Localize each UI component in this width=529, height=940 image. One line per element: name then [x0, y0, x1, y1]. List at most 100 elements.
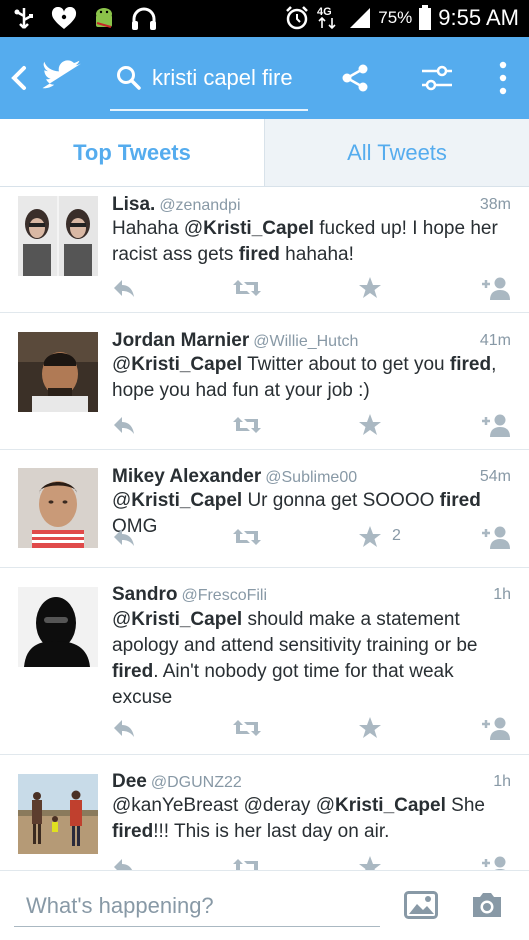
tab-bar: Top Tweets All Tweets [0, 119, 529, 187]
favorite-count: 2 [392, 527, 401, 544]
tweet-time: 1h [493, 773, 511, 790]
search-query[interactable]: kristi capel fire [152, 65, 308, 91]
tweet-item[interactable]: Jordan Marnier @Willie_Hutch 41m @Kristi_… [0, 313, 529, 450]
tweet-text: @kanYeBreast @deray @Kristi_Capel She fi… [112, 793, 512, 845]
tweet-time: 54m [479, 468, 511, 485]
tweet-item[interactable]: Lisa. @zenandpi 38m Hahaha @Kristi_Capel … [0, 188, 529, 313]
reply-icon[interactable] [112, 855, 136, 870]
tweet-text-segment: hahaha! [279, 244, 354, 265]
tweet-actions [112, 413, 512, 439]
display-name[interactable]: Dee [112, 771, 147, 792]
user-handle[interactable]: @Sublime00 [265, 469, 357, 486]
highlighted-term: Kristi_Capel [203, 218, 314, 239]
compose-tweet-input[interactable]: What's happening? [14, 881, 380, 927]
follow-user-icon[interactable] [480, 525, 512, 551]
tweet-text-segment: @ [112, 490, 132, 511]
tweet-text: @Kristi_Capel should make a statement ap… [112, 607, 512, 711]
tweet-item[interactable]: Mikey Alexander @Sublime00 54m @Kristi_Ca… [0, 450, 529, 568]
tweet-text-segment: Ur gonna get SOOOO [242, 490, 440, 511]
tweet-item[interactable]: Dee @DGUNZ22 1h @kanYeBreast @deray @Kris… [0, 755, 529, 870]
tweet-text: Hahaha @Kristi_Capel fucked up! I hope h… [112, 216, 512, 268]
camera-icon[interactable] [470, 891, 504, 919]
back-arrow-icon[interactable] [8, 63, 30, 93]
tweet-actions: 2 [112, 525, 512, 551]
tweet-actions [112, 716, 512, 742]
tweet-text-segment: Hahaha @ [112, 218, 204, 239]
retweet-icon[interactable] [232, 855, 262, 870]
android-debug-icon [92, 5, 116, 33]
highlighted-term: fired [439, 490, 481, 511]
headphones-icon [130, 6, 158, 32]
highlighted-term: fired [112, 821, 154, 842]
user-handle[interactable]: @FrescoFili [181, 587, 267, 604]
follow-user-icon[interactable] [480, 413, 512, 439]
avatar[interactable] [18, 196, 98, 276]
avatar[interactable] [18, 774, 98, 854]
highlighted-term: fired [449, 354, 492, 375]
tweet-header: Jordan Marnier @Willie_Hutch [112, 330, 358, 352]
filter-settings-icon[interactable] [420, 63, 454, 93]
reply-icon[interactable] [112, 716, 136, 742]
battery-percent: 75% [378, 8, 413, 27]
tweet-text-segment: !!! This is her last day on air. [153, 821, 390, 842]
reply-icon[interactable] [112, 276, 136, 302]
tweet-actions [112, 855, 512, 870]
app-bar: kristi capel fire [0, 37, 529, 119]
user-handle[interactable]: @Willie_Hutch [253, 333, 358, 350]
display-name[interactable]: Lisa. [112, 194, 155, 215]
avatar[interactable] [18, 587, 98, 667]
highlighted-term: Kristi_Capel [131, 609, 243, 630]
twitter-bird-icon[interactable] [42, 59, 82, 95]
retweet-icon[interactable] [232, 276, 262, 302]
status-bar: 4G 75% 9:55 AM [0, 0, 529, 37]
tweet-list: Lisa. @zenandpi 38m Hahaha @Kristi_Capel … [0, 188, 529, 870]
tweet-text-segment: She [445, 795, 485, 816]
avatar[interactable] [18, 332, 98, 412]
user-handle[interactable]: @zenandpi [159, 197, 240, 214]
tweet-header: Mikey Alexander @Sublime00 [112, 466, 357, 488]
search-icon [116, 65, 142, 91]
retweet-icon[interactable] [232, 525, 262, 551]
highlighted-term: Kristi_Capel [131, 354, 243, 375]
display-name[interactable]: Jordan Marnier [112, 330, 249, 351]
favorite-star-icon[interactable] [358, 525, 382, 551]
tweet-text-segment: @ [112, 354, 132, 375]
tweet-text-segment: . Ain't nobody got time for that weak ex… [112, 661, 454, 708]
highlighted-term: fired [238, 244, 280, 265]
tweet-time: 41m [479, 332, 511, 349]
share-icon[interactable] [340, 63, 370, 93]
reply-icon[interactable] [112, 413, 136, 439]
retweet-icon[interactable] [232, 716, 262, 742]
tweet-time: 1h [493, 586, 511, 603]
favorite-star-icon[interactable] [358, 855, 382, 870]
reply-icon[interactable] [112, 525, 136, 551]
display-name[interactable]: Sandro [112, 584, 177, 605]
follow-user-icon[interactable] [480, 855, 512, 870]
highlighted-term: Kristi_Capel [335, 795, 446, 816]
compose-placeholder: What's happening? [26, 893, 214, 918]
tweet-header: Dee @DGUNZ22 [112, 771, 242, 793]
retweet-icon[interactable] [232, 413, 262, 439]
tweet-header: Sandro @FrescoFili [112, 584, 267, 606]
follow-user-icon[interactable] [480, 276, 512, 302]
overflow-menu-icon[interactable] [496, 59, 510, 97]
tweet-item[interactable]: Sandro @FrescoFili 1h @Kristi_Capel shoul… [0, 568, 529, 755]
favorite-star-icon[interactable] [358, 413, 382, 439]
user-handle[interactable]: @DGUNZ22 [151, 774, 242, 791]
network-type: 4G [317, 6, 332, 18]
tab-top-tweets[interactable]: Top Tweets [0, 119, 264, 186]
favorite-star-icon[interactable] [358, 716, 382, 742]
favorite-star-icon[interactable] [358, 276, 382, 302]
display-name[interactable]: Mikey Alexander [112, 466, 261, 487]
tab-all-tweets[interactable]: All Tweets [264, 119, 529, 186]
avatar[interactable] [18, 468, 98, 548]
search-box[interactable]: kristi capel fire [110, 53, 308, 111]
photo-gallery-icon[interactable] [404, 891, 438, 919]
tweet-text: @Kristi_Capel Twitter about to get you f… [112, 352, 512, 404]
highlighted-term: Kristi_Capel [131, 490, 243, 511]
follow-user-icon[interactable] [480, 716, 512, 742]
alarm-icon [284, 5, 310, 31]
highlighted-term: fired [112, 661, 154, 682]
network-icon: 4G [316, 4, 342, 32]
clock: 9:55 AM [438, 5, 519, 30]
